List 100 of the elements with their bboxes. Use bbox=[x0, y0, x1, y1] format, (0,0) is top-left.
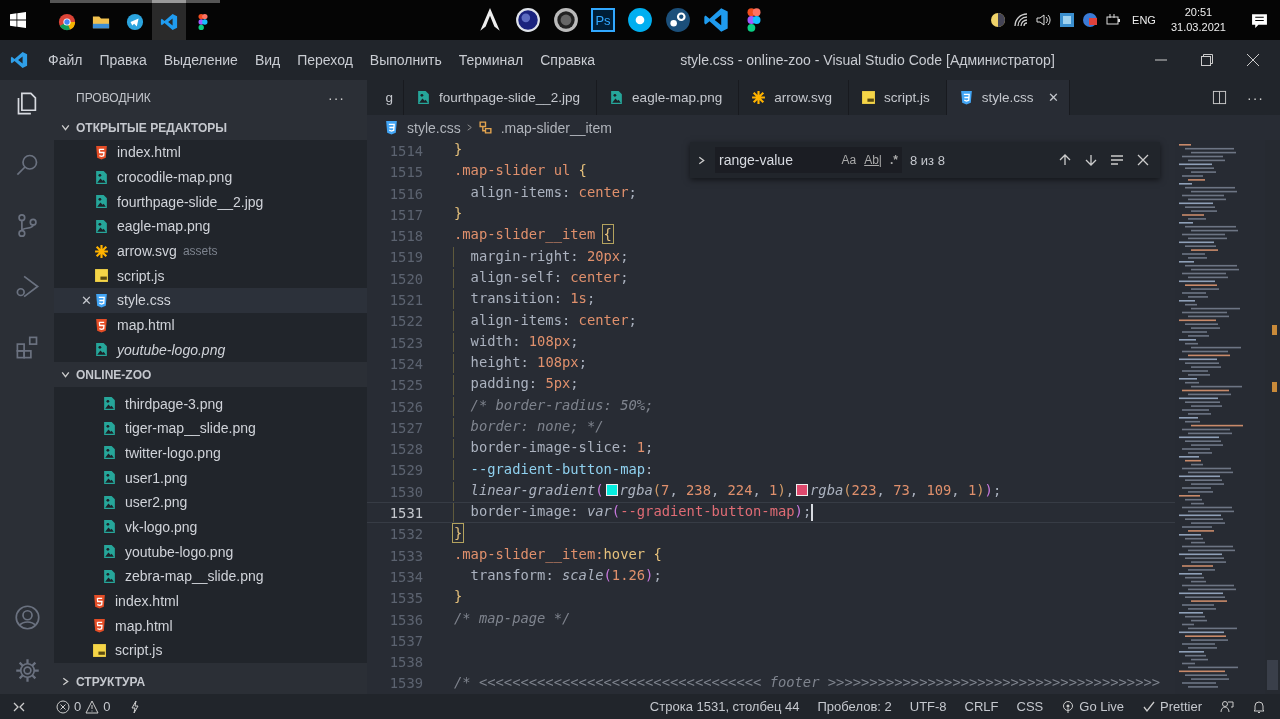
section-header[interactable]: ОТКРЫТЫЕ РЕДАКТОРЫ bbox=[54, 115, 367, 140]
feedback-icon[interactable] bbox=[1220, 699, 1234, 714]
breadcrumb-item[interactable]: style.css bbox=[407, 119, 461, 136]
file-tree-item[interactable]: thirdpage-3.png bbox=[54, 391, 367, 416]
network-app-icon[interactable] bbox=[1059, 12, 1076, 28]
file-tree-item[interactable]: twitter-logo.png bbox=[54, 440, 367, 466]
encoding[interactable]: UTF-8 bbox=[909, 699, 947, 714]
find-in-selection-icon[interactable] bbox=[1110, 153, 1124, 167]
file-tree-item[interactable]: map.html bbox=[54, 613, 367, 639]
css-file-icon bbox=[94, 292, 109, 308]
open-editor-item[interactable]: arrow.svg assets bbox=[54, 238, 367, 264]
code-line: --gradient-button-map: bbox=[469, 459, 654, 479]
battery-icon[interactable] bbox=[1105, 12, 1122, 28]
open-editor-item[interactable]: fourthpage-slide__2.jpg bbox=[54, 189, 367, 215]
menu-item[interactable]: Вид bbox=[254, 52, 281, 68]
language-indicator[interactable]: ENG bbox=[1132, 14, 1156, 26]
split-editor-icon[interactable] bbox=[1212, 90, 1227, 105]
go-live-button[interactable]: Go Live bbox=[1061, 699, 1125, 714]
warning-count: 0 bbox=[103, 699, 111, 714]
open-editor-item[interactable]: index.html bbox=[54, 140, 367, 165]
file-tree-item[interactable]: index.html bbox=[54, 588, 367, 614]
menu-item[interactable]: Правка bbox=[99, 52, 147, 68]
find-option-button[interactable]: Aa bbox=[841, 153, 857, 167]
line-ending[interactable]: CRLF bbox=[964, 699, 999, 714]
code-line: .map-slider__item { bbox=[454, 225, 612, 245]
code-line: } bbox=[454, 523, 463, 543]
line-number: 1539 bbox=[388, 674, 424, 693]
close-tab-button[interactable]: ✕ bbox=[1047, 90, 1059, 105]
section-header[interactable]: СТРУКТУРА bbox=[54, 669, 367, 694]
file-tree-item[interactable]: script.js bbox=[54, 638, 367, 663]
editor-tab[interactable]: style.css ✕ bbox=[946, 80, 1070, 115]
speaker-icon[interactable] bbox=[553, 7, 579, 33]
language-mode[interactable]: CSS bbox=[1016, 699, 1044, 714]
editor-tab[interactable]: script.js bbox=[848, 80, 947, 115]
editor-tab[interactable]: fourthpage-slide__2.jpg bbox=[404, 80, 598, 115]
menu-item[interactable]: Выполнить bbox=[369, 52, 442, 68]
volume-icon[interactable] bbox=[1036, 12, 1053, 28]
editor-tab[interactable]: arrow.svg bbox=[739, 80, 849, 115]
chevron-icon[interactable] bbox=[696, 154, 707, 166]
image-file-icon bbox=[102, 470, 117, 486]
bell-icon[interactable] bbox=[1252, 699, 1266, 714]
more-actions-button[interactable]: ··· bbox=[1247, 89, 1264, 106]
line-number: 1530 bbox=[388, 482, 424, 502]
error-count: 0 bbox=[74, 699, 82, 714]
open-editor-item[interactable]: youtube-logo.png bbox=[54, 337, 367, 363]
problems-button[interactable]: 0 0 bbox=[56, 699, 111, 714]
arrow-up-icon[interactable] bbox=[1058, 153, 1072, 167]
file-tree-item[interactable]: user2.png bbox=[54, 489, 367, 515]
notifications-icon[interactable] bbox=[1251, 11, 1268, 29]
menu-item[interactable]: Файл bbox=[48, 52, 83, 68]
editor-tab[interactable]: eagle-map.png bbox=[597, 80, 740, 115]
tab-label: eagle-map.png bbox=[632, 90, 723, 105]
open-editor-item[interactable]: script.js bbox=[54, 263, 367, 289]
start-icon[interactable] bbox=[10, 12, 26, 28]
settings-icon[interactable] bbox=[13, 657, 41, 684]
close-icon[interactable] bbox=[1246, 53, 1260, 67]
indentation[interactable]: Пробелов: 2 bbox=[817, 699, 892, 714]
cursor-position[interactable]: Строка 1531, столбец 44 bbox=[649, 699, 800, 714]
file-tree-item[interactable]: user1.png bbox=[54, 465, 367, 490]
code-line: transform: scale(1.26); bbox=[469, 566, 662, 586]
file-name: vk-logo.png bbox=[125, 518, 198, 535]
editor-tab[interactable]: g bbox=[367, 80, 404, 115]
file-tree-item[interactable]: youtube-logo.png bbox=[54, 539, 367, 564]
file-tree-item[interactable]: tiger-map__slide.png bbox=[54, 415, 367, 441]
prettier-button[interactable]: Prettier bbox=[1142, 699, 1202, 714]
code-line: border-image: var(--gradient-button-map); bbox=[469, 502, 812, 522]
open-editor-item[interactable]: map.html bbox=[54, 312, 367, 338]
file-name: user2.png bbox=[125, 494, 188, 511]
close-icon[interactable] bbox=[1136, 153, 1150, 167]
tray-app-icon[interactable] bbox=[1082, 12, 1099, 28]
section-header[interactable]: ONLINE-ZOO bbox=[54, 362, 367, 388]
menu-item[interactable]: Переход bbox=[297, 52, 353, 68]
open-editor-item[interactable]: ✕ style.css bbox=[54, 288, 367, 313]
vscode-icon[interactable] bbox=[703, 7, 729, 33]
search-match-marker bbox=[1272, 382, 1277, 392]
restore-icon[interactable] bbox=[1200, 53, 1214, 67]
menu-item[interactable]: Терминал bbox=[458, 52, 524, 68]
line-number: 1521 bbox=[388, 291, 424, 310]
menu-item[interactable]: Выделение bbox=[163, 52, 238, 68]
code-line: } bbox=[454, 140, 463, 160]
arrow-down-icon[interactable] bbox=[1084, 153, 1098, 167]
file-tree-item[interactable]: vk-logo.png bbox=[54, 514, 367, 540]
open-editor-item[interactable]: eagle-map.png bbox=[54, 214, 367, 239]
file-name: script.js bbox=[115, 642, 163, 659]
wifi-icon[interactable] bbox=[1013, 12, 1030, 28]
vscode-icon bbox=[160, 12, 178, 31]
more-actions-button[interactable]: ··· bbox=[328, 89, 345, 106]
close-editor-button[interactable]: ✕ bbox=[81, 292, 92, 308]
sphere-icon[interactable] bbox=[515, 7, 541, 33]
find-option-button[interactable]: .* bbox=[890, 153, 898, 167]
breadcrumb-item[interactable]: .map-slider__item bbox=[500, 119, 612, 136]
find-input-field[interactable]: range-value Aa Ab| .* bbox=[715, 147, 902, 173]
file-tree-item[interactable]: zebra-map__slide.png bbox=[54, 564, 367, 589]
scrollbar-thumb[interactable] bbox=[1267, 660, 1278, 690]
find-option-button[interactable]: Ab| bbox=[864, 153, 882, 167]
menu-item[interactable]: Справка bbox=[540, 52, 596, 68]
file-name: tiger-map__slide.png bbox=[125, 420, 256, 437]
open-editor-item[interactable]: crocodile-map.png bbox=[54, 164, 367, 190]
photoshop-app-icon[interactable]: Ps bbox=[591, 8, 615, 32]
account-icon[interactable] bbox=[13, 604, 41, 631]
